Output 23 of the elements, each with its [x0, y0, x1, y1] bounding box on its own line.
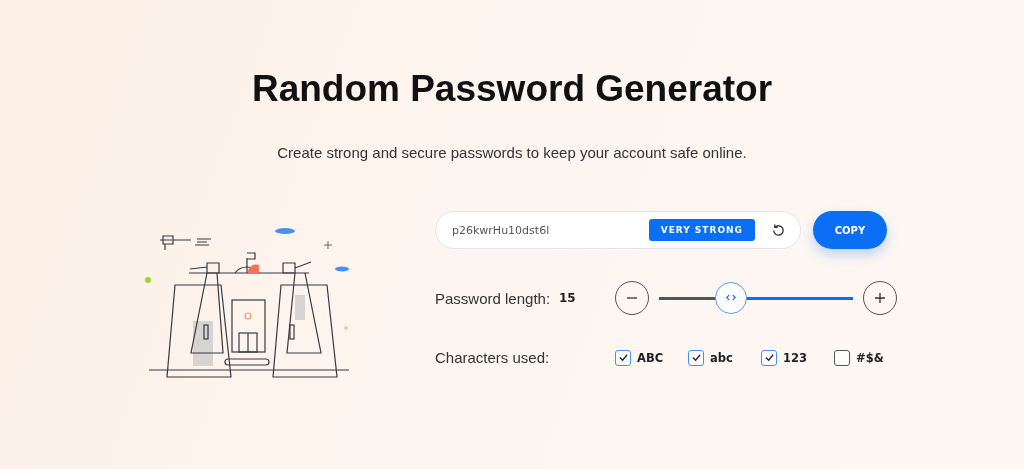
length-value: 15: [559, 291, 577, 305]
check-icon: [617, 352, 629, 363]
password-field[interactable]: p26kwrHu10dst6l VERY STRONG: [435, 211, 801, 249]
checkbox-label[interactable]: #$&: [856, 350, 884, 365]
password-text: p26kwrHu10dst6l: [452, 223, 551, 237]
checkbox-label[interactable]: 123: [783, 350, 807, 365]
checkbox[interactable]: [615, 349, 631, 366]
plus-icon: [873, 291, 887, 305]
checkbox[interactable]: [834, 349, 850, 366]
checkbox-label[interactable]: abc: [710, 350, 733, 365]
checkbox-label[interactable]: ABC: [637, 350, 664, 365]
refresh-icon[interactable]: [771, 222, 786, 238]
checkbox[interactable]: [761, 349, 777, 366]
strength-badge: VERY STRONG: [648, 219, 755, 241]
subtitle: Create strong and secure passwords to keep your account safe online.: [277, 144, 747, 161]
copy-button[interactable]: COPY: [813, 211, 887, 249]
page-title: Random Password Generator: [251, 68, 773, 110]
characters-label: Characters used:: [435, 349, 551, 366]
length-label: Password length:: [435, 289, 552, 307]
check-icon: [690, 352, 702, 363]
check-icon: [763, 352, 775, 363]
checkbox[interactable]: [688, 349, 704, 366]
slider-handle[interactable]: [715, 281, 748, 314]
